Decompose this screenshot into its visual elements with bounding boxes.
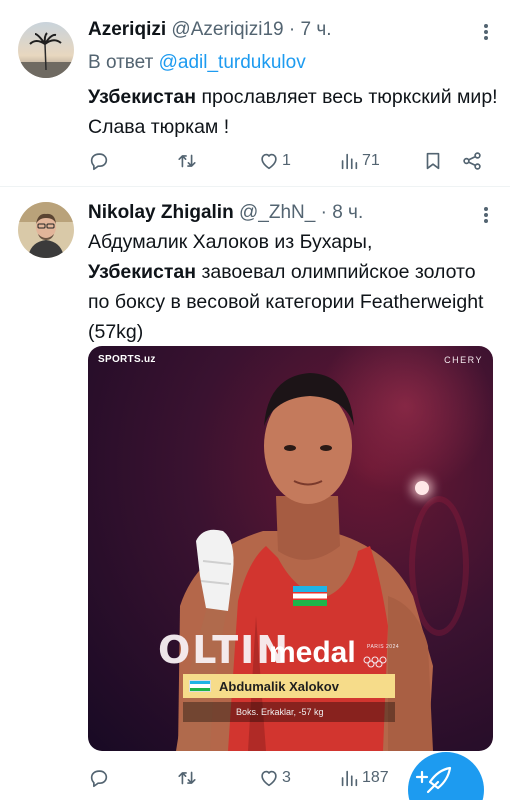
more-icon[interactable]	[476, 205, 496, 225]
retweet-button[interactable]	[176, 763, 198, 793]
views-icon	[341, 153, 358, 170]
tweet-media-image[interactable]: SPORTS.uz CHERY OLTIN medal PARIS 2024 A…	[88, 346, 493, 751]
like-button[interactable]: 3	[258, 763, 291, 793]
reply-to-link[interactable]: @adil_turdukulov	[159, 52, 306, 73]
athlete-name-bar: Abdumalik Xalokov	[183, 674, 395, 698]
compose-button[interactable]	[408, 752, 484, 800]
paris-label: PARIS 2024	[367, 644, 400, 650]
views-button[interactable]: 187	[338, 763, 389, 793]
action-bar: 1 71	[88, 146, 498, 176]
separator-dot: ·	[288, 19, 296, 40]
arena-light	[415, 481, 429, 495]
heart-icon	[261, 770, 277, 787]
reply-button[interactable]	[88, 763, 110, 793]
like-count: 1	[282, 152, 291, 169]
tweet-text-bold: Узбекистан	[88, 86, 197, 108]
retweet-button[interactable]	[176, 146, 198, 176]
like-count: 3	[282, 769, 291, 786]
avatar[interactable]	[18, 22, 74, 78]
medal-title: medal	[269, 636, 356, 669]
reply-button[interactable]	[88, 146, 110, 176]
share-button[interactable]	[461, 146, 483, 176]
timestamp[interactable]: 7 ч.	[301, 19, 332, 40]
bookmark-button[interactable]	[422, 146, 444, 176]
author-name[interactable]: Azeriqizi	[88, 19, 166, 40]
tweet[interactable]: Azeriqizi @Azeriqizi19 · 7 ч. В ответ @a…	[0, 0, 510, 186]
timestamp[interactable]: 8 ч.	[332, 202, 363, 223]
tweet-text-bold: Узбекистан	[88, 261, 197, 283]
reply-icon	[90, 770, 108, 788]
view-count: 187	[362, 769, 389, 786]
author-name[interactable]: Nikolay Zhigalin	[88, 202, 234, 223]
author-handle[interactable]: @_ZhN_	[239, 202, 315, 223]
event-label: Boks. Erkaklar, -57 kg	[183, 702, 395, 722]
reply-prefix: В ответ	[88, 52, 154, 73]
author-handle[interactable]: @Azeriqizi19	[171, 19, 283, 40]
reply-icon	[90, 153, 108, 171]
tweet[interactable]: Nikolay Zhigalin @_ZhN_ · 8 ч. Абдумалик…	[0, 187, 510, 800]
tweet-text: Абдумалик Халоков из Бухары, Узбекистан …	[88, 227, 498, 347]
views-icon	[341, 770, 358, 787]
reply-context: В ответ @adil_turdukulov	[88, 48, 306, 78]
like-button[interactable]: 1	[258, 146, 291, 176]
athlete-name: Abdumalik Xalokov	[219, 678, 339, 694]
separator-dot: ·	[320, 202, 327, 223]
bookmark-icon	[426, 152, 440, 170]
more-icon[interactable]	[476, 22, 496, 42]
compose-icon	[415, 766, 452, 794]
retweet-icon	[178, 771, 196, 785]
chery-logo: CHERY	[444, 355, 483, 365]
share-icon	[463, 152, 481, 170]
heart-icon	[261, 153, 277, 170]
tweet-text-line1: Абдумалик Халоков из Бухары,	[88, 231, 373, 253]
uzbekistan-flag-icon	[189, 680, 211, 692]
tweet-header: Nikolay Zhigalin @_ZhN_ · 8 ч.	[88, 198, 363, 228]
views-button[interactable]: 71	[338, 146, 380, 176]
view-count: 71	[362, 152, 380, 169]
avatar[interactable]	[18, 202, 74, 258]
retweet-icon	[178, 154, 196, 168]
sports-logo: SPORTS.uz	[98, 354, 156, 365]
olympic-rings-icon	[363, 656, 387, 668]
tweet-header: Azeriqizi @Azeriqizi19 · 7 ч.	[88, 15, 332, 45]
tweet-text: Узбекистан прославляет весь тюркский мир…	[88, 82, 498, 142]
